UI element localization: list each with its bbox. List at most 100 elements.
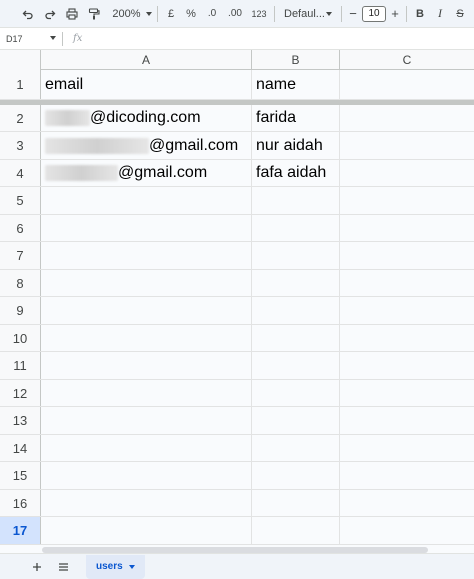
cell[interactable]: [252, 325, 340, 351]
cell[interactable]: [340, 187, 474, 214]
redo-button[interactable]: [39, 3, 61, 25]
increase-font-size-button[interactable]: +: [387, 3, 403, 25]
bold-button[interactable]: B: [410, 3, 430, 25]
name-box[interactable]: D17: [0, 28, 62, 49]
row-header[interactable]: 5: [0, 187, 41, 214]
all-sheets-button[interactable]: [50, 554, 76, 579]
cell[interactable]: [340, 407, 474, 434]
cell[interactable]: [252, 242, 340, 269]
percent-format-button[interactable]: %: [181, 3, 201, 25]
column-header-a[interactable]: A: [41, 50, 252, 70]
cell[interactable]: [340, 242, 474, 269]
cell-b1[interactable]: name: [252, 70, 340, 99]
cell[interactable]: [41, 352, 252, 379]
cell[interactable]: [41, 270, 252, 296]
decrease-decimal-button[interactable]: .0: [201, 3, 223, 25]
paint-format-button[interactable]: [83, 3, 105, 25]
row-header[interactable]: 1: [0, 70, 41, 99]
cell[interactable]: [340, 490, 474, 516]
cell-b4[interactable]: fafa aidah: [252, 160, 340, 186]
cell[interactable]: [41, 187, 252, 214]
select-all-corner[interactable]: [0, 50, 41, 70]
italic-button[interactable]: I: [430, 3, 450, 25]
decrease-font-size-button[interactable]: −: [345, 3, 361, 25]
cell[interactable]: [252, 215, 340, 241]
row-header[interactable]: 13: [0, 407, 41, 434]
number-format-button[interactable]: 123: [247, 3, 271, 25]
row-header[interactable]: 8: [0, 270, 41, 296]
cell-c2[interactable]: [340, 105, 474, 131]
undo-button[interactable]: [17, 3, 39, 25]
cell-c4[interactable]: [340, 160, 474, 186]
table-row: 1 email name: [0, 70, 474, 100]
font-size-field[interactable]: 10: [361, 3, 387, 25]
column-header-c[interactable]: C: [340, 50, 474, 70]
cell[interactable]: [41, 215, 252, 241]
cell-a1[interactable]: email: [41, 70, 252, 99]
toolbar-divider: [341, 5, 342, 22]
sheet-tab-label: users: [96, 561, 123, 572]
cell[interactable]: [252, 297, 340, 324]
currency-format-button[interactable]: £: [161, 3, 181, 25]
cell[interactable]: [340, 517, 474, 544]
increase-decimal-button[interactable]: .00: [223, 3, 247, 25]
row-header[interactable]: 12: [0, 380, 41, 406]
font-select[interactable]: Defaul...: [278, 3, 338, 25]
row-header[interactable]: 14: [0, 435, 41, 461]
row-header[interactable]: 9: [0, 297, 41, 324]
cell[interactable]: [252, 407, 340, 434]
row-header[interactable]: 2: [0, 105, 41, 131]
cell[interactable]: [41, 435, 252, 461]
cell[interactable]: [41, 325, 252, 351]
row-header[interactable]: 4: [0, 160, 41, 186]
cell[interactable]: [252, 352, 340, 379]
cell-b2[interactable]: farida: [252, 105, 340, 131]
cell[interactable]: [252, 517, 340, 544]
cell[interactable]: [340, 352, 474, 379]
cell[interactable]: [41, 490, 252, 516]
row-header[interactable]: 11: [0, 352, 41, 379]
toolbar-divider: [157, 5, 158, 22]
cell[interactable]: [252, 380, 340, 406]
row-header[interactable]: 6: [0, 215, 41, 241]
cell[interactable]: [340, 435, 474, 461]
cell[interactable]: [41, 407, 252, 434]
cell[interactable]: [41, 517, 252, 544]
row-header[interactable]: 15: [0, 462, 41, 489]
cell[interactable]: [41, 380, 252, 406]
cell-c1[interactable]: [340, 70, 474, 99]
row-header[interactable]: 16: [0, 490, 41, 516]
strikethrough-button[interactable]: S: [450, 3, 470, 25]
cell[interactable]: [340, 270, 474, 296]
cell-b3[interactable]: nur aidah: [252, 132, 340, 159]
toolbar-divider: [274, 5, 275, 22]
cell[interactable]: [340, 325, 474, 351]
cell[interactable]: [252, 270, 340, 296]
cell[interactable]: [252, 490, 340, 516]
cell-a3[interactable]: @gmail.com: [41, 132, 252, 159]
row-header[interactable]: 7: [0, 242, 41, 269]
cell[interactable]: [340, 215, 474, 241]
cell[interactable]: [41, 242, 252, 269]
cell[interactable]: [340, 462, 474, 489]
add-sheet-button[interactable]: [24, 554, 50, 579]
print-button[interactable]: [61, 3, 83, 25]
cell[interactable]: [340, 297, 474, 324]
column-header-b[interactable]: B: [252, 50, 340, 70]
cell-c3[interactable]: [340, 132, 474, 159]
cell[interactable]: [41, 297, 252, 324]
cell[interactable]: [252, 435, 340, 461]
row-header-active[interactable]: 17: [0, 517, 41, 544]
cell[interactable]: [340, 380, 474, 406]
row-header[interactable]: 10: [0, 325, 41, 351]
cell[interactable]: [252, 187, 340, 214]
table-row: 9: [0, 297, 474, 325]
cell[interactable]: [252, 462, 340, 489]
zoom-select[interactable]: 200%: [110, 3, 154, 25]
sheet-tab-users[interactable]: users: [86, 554, 145, 579]
cell-a2[interactable]: @dicoding.com: [41, 105, 252, 131]
cell-a4[interactable]: @gmail.com: [41, 160, 252, 186]
row-header[interactable]: 3: [0, 132, 41, 159]
cell[interactable]: [41, 462, 252, 489]
formula-input[interactable]: [82, 28, 474, 49]
